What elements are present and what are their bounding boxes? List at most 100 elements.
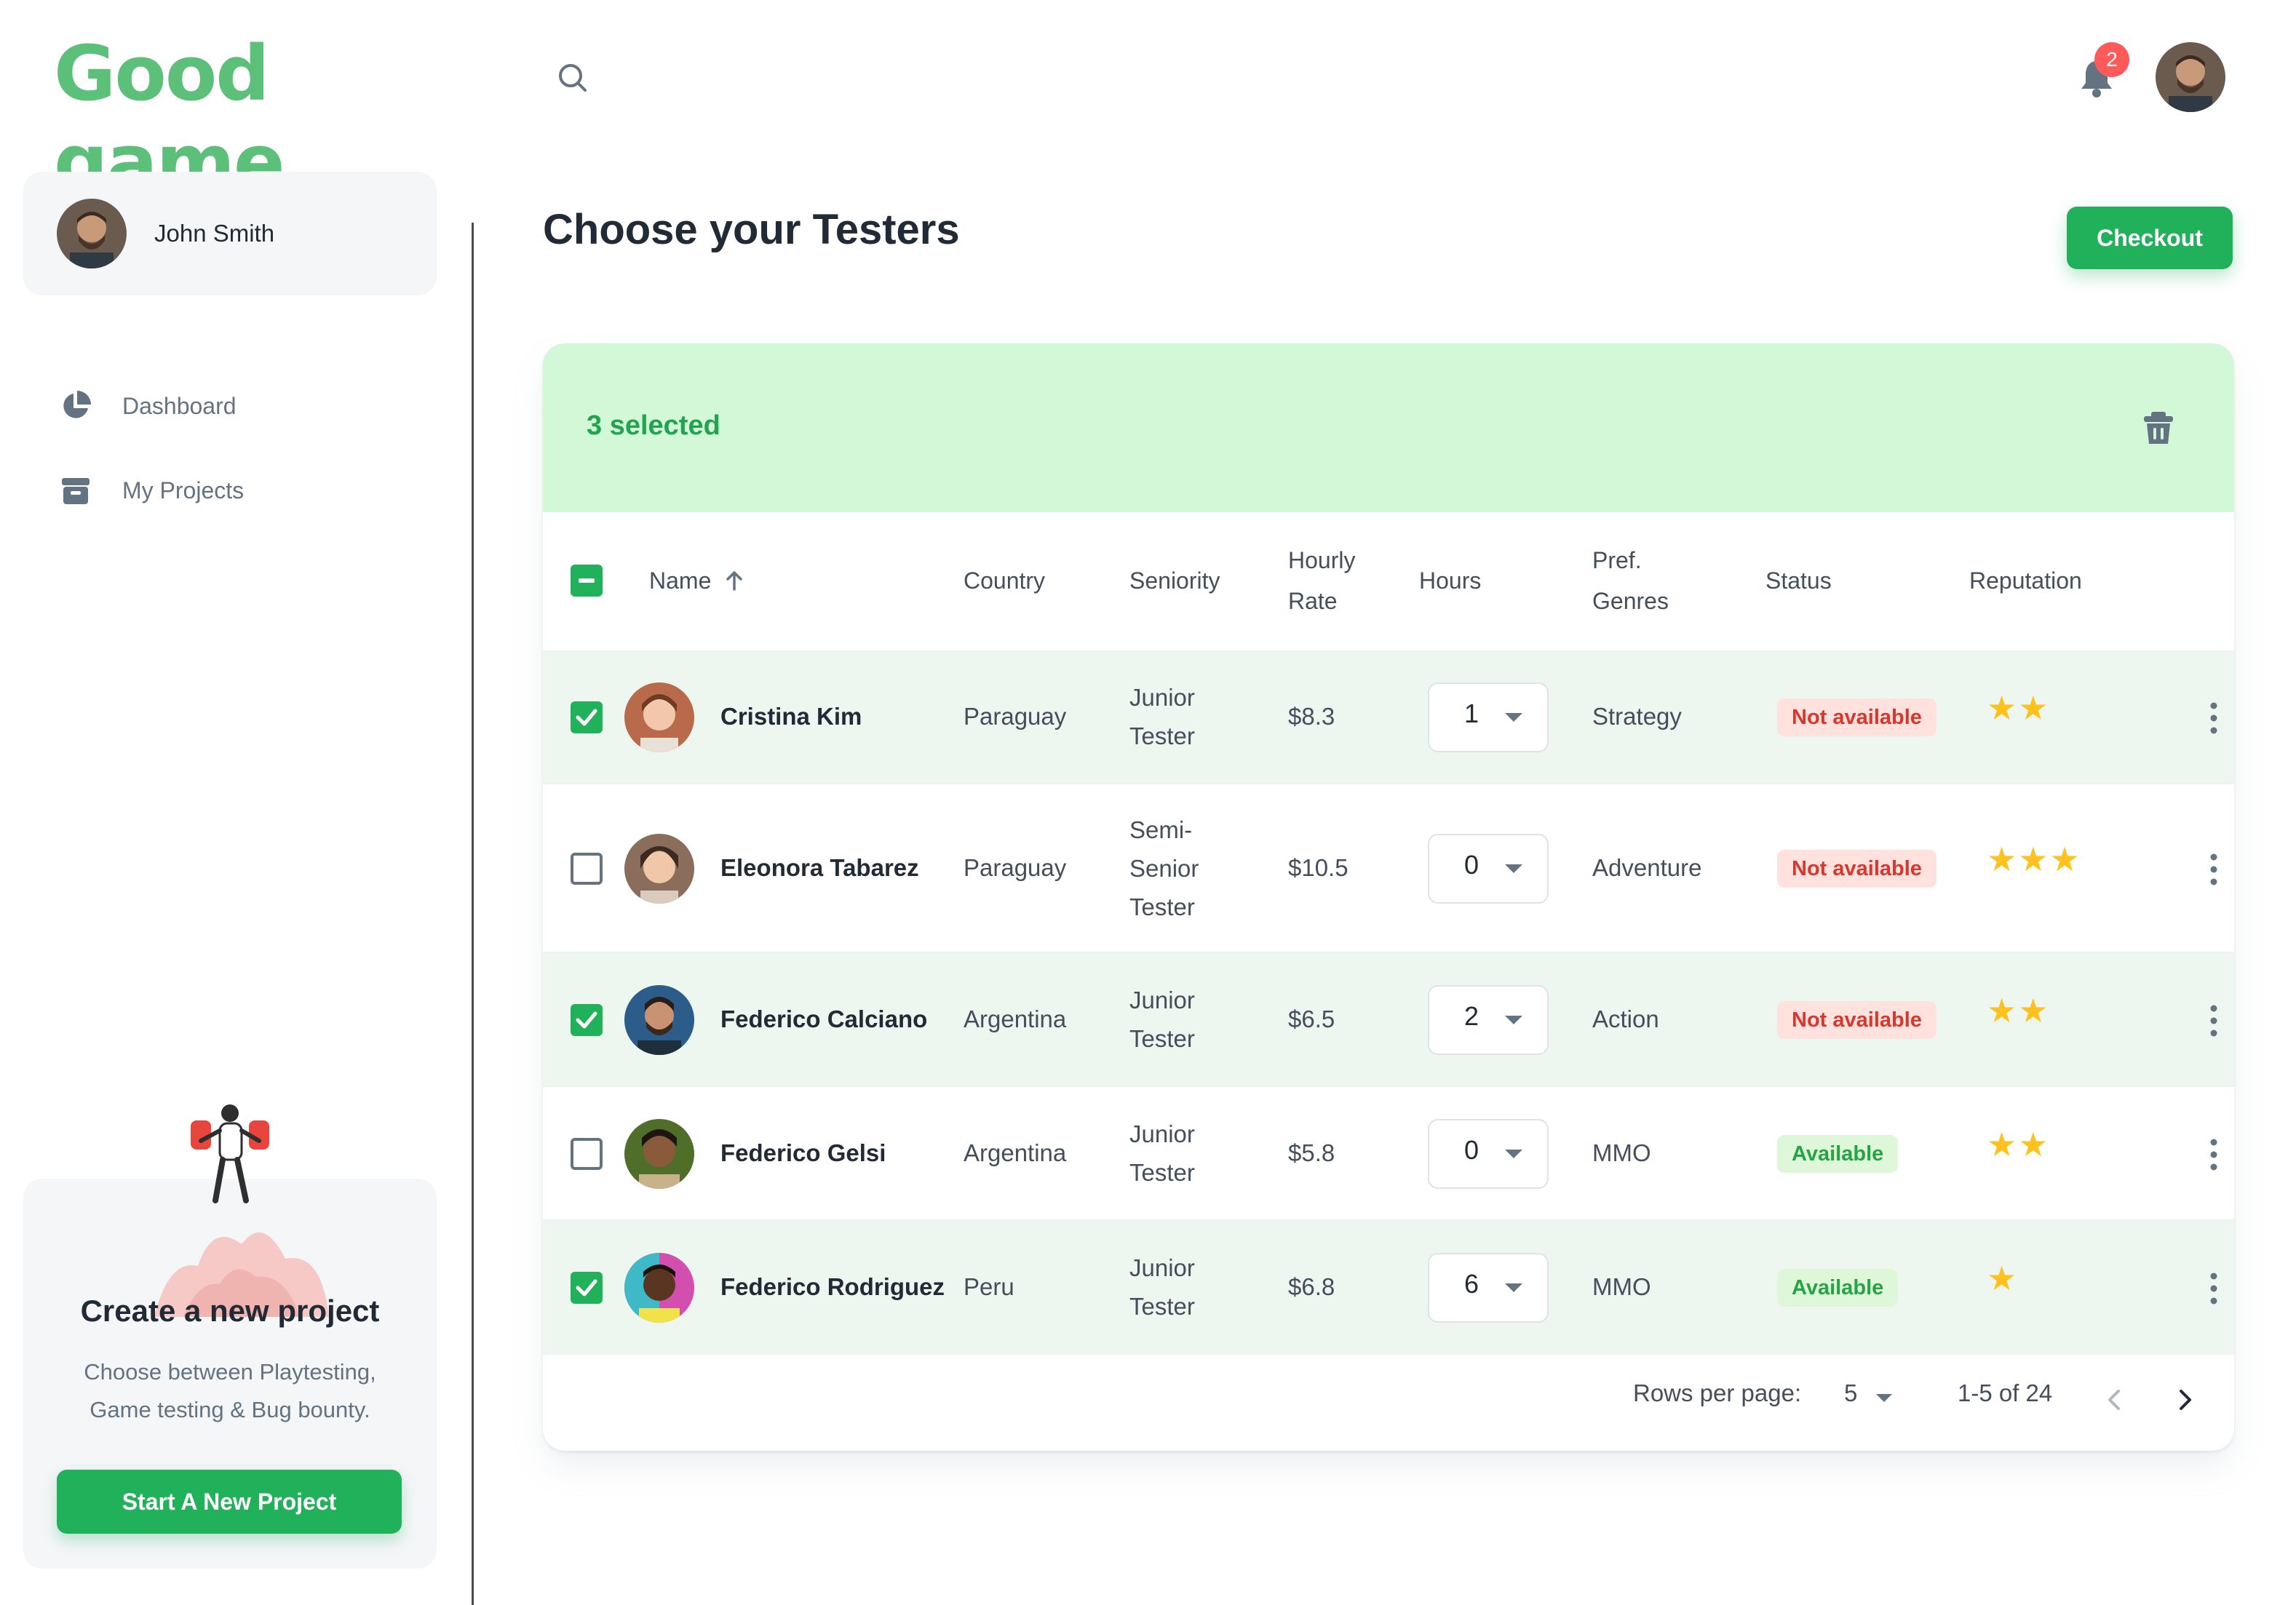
tester-name: Federico Calciano [720,1005,928,1032]
page-title: Choose your Testers [543,206,960,253]
tester-seniority: Semi- Senior Tester [1129,811,1199,926]
table-row[interactable]: Federico Calciano Argentina Junior Teste… [543,953,2234,1087]
more-options-icon[interactable] [2209,1272,2218,1305]
tester-genre: Adventure [1592,854,1702,881]
tester-avatar [624,834,694,904]
column-header-seniority[interactable]: Seniority [1129,560,1220,601]
column-header-status[interactable]: Status [1765,560,1832,601]
nav-label-my-projects: My Projects [122,477,245,503]
chevron-left-icon[interactable] [2100,1385,2129,1414]
caret-down-icon [1505,864,1522,873]
tester-country: Paraguay [964,703,1067,730]
hours-value: 0 [1464,850,1479,880]
hours-select[interactable]: 6 [1428,1253,1549,1323]
caret-down-icon [1505,1283,1522,1292]
status-badge: Available [1777,1269,1899,1307]
account-avatar[interactable] [2156,42,2225,112]
selected-count: 3 selected [587,410,720,441]
hours-select[interactable]: 1 [1428,682,1549,752]
row-checkbox[interactable] [571,1004,603,1036]
hours-select[interactable]: 0 [1428,1119,1549,1189]
column-header-hourly-rate[interactable]: Hourly Rate [1288,540,1355,621]
more-options-icon[interactable] [2209,701,2218,735]
trash-icon[interactable] [2138,407,2179,448]
star-icon: ★ [2049,840,2080,878]
column-header-genres[interactable]: Pref. Genres [1592,540,1669,621]
table-row[interactable]: Federico Gelsi Argentina Junior Tester $… [543,1087,2234,1221]
star-icon: ★ [2018,840,2049,878]
row-checkbox[interactable] [571,1138,603,1170]
star-icon: ★ [2018,689,2049,727]
column-genres-line-1: Pref. [1592,547,1642,573]
testers-table-card: 3 selected Name Country Seniority Hourly… [543,343,2234,1451]
sidebar-divider [472,223,474,1605]
status-badge: Available [1777,1135,1899,1173]
tester-genre: MMO [1592,1273,1651,1300]
column-header-name[interactable]: Name [649,560,749,601]
seniority-line: Junior [1129,987,1195,1013]
table-row[interactable]: Cristina Kim Paraguay Junior Tester $8.3… [543,650,2234,784]
more-options-icon[interactable] [2209,853,2218,886]
seniority-line: Junior [1129,1254,1195,1281]
seniority-line: Tester [1129,1293,1195,1320]
tester-country: Paraguay [964,854,1067,881]
user-card[interactable]: John Smith [23,172,437,295]
chevron-right-icon[interactable] [2170,1385,2199,1414]
promo-text-line-2: Game testing & Bug bounty. [90,1397,370,1422]
rows-per-page-label: Rows per page: [1633,1379,1802,1406]
column-rate-line-1: Hourly [1288,547,1356,573]
tester-seniority: Junior Tester [1129,678,1195,755]
tester-name: Eleonora Tabarez [720,854,919,881]
tester-avatar [624,985,694,1055]
user-avatar [57,199,127,268]
reputation-stars: ★ ★ ★ [1987,843,2080,876]
pie-chart-icon [58,389,93,423]
hours-select[interactable]: 0 [1428,834,1549,904]
row-checkbox[interactable] [571,1272,603,1304]
column-name-label: Name [649,567,712,594]
nav-item-dashboard[interactable]: Dashboard [58,377,244,435]
arrow-up-icon [726,571,743,591]
nav-item-my-projects[interactable]: My Projects [58,461,244,519]
seniority-line: Tester [1129,1159,1195,1186]
column-header-hours[interactable]: Hours [1419,560,1481,601]
table-row[interactable]: Eleonora Tabarez Paraguay Semi- Senior T… [543,784,2234,953]
seniority-line: Senior [1129,855,1199,882]
star-icon: ★ [1987,689,2017,727]
caret-down-icon [1505,1150,1522,1158]
rows-per-page-select[interactable]: 5 [1844,1379,1857,1407]
tester-avatar [624,682,694,752]
table-row[interactable]: Federico Rodriguez Peru Junior Tester $6… [543,1221,2234,1355]
search-icon[interactable] [555,60,591,96]
row-checkbox[interactable] [571,701,603,733]
checkout-button[interactable]: Checkout [2067,207,2233,269]
more-options-icon[interactable] [2209,1004,2218,1038]
tester-country: Argentina [964,1005,1067,1032]
caret-down-icon [1505,713,1522,722]
status-badge: Not available [1777,850,1936,888]
reputation-stars: ★ ★ [1987,994,2049,1027]
reputation-stars: ★ [1987,1262,2017,1295]
column-genres-line-2: Genres [1592,588,1669,614]
more-options-icon[interactable] [2209,1138,2218,1171]
start-new-project-button[interactable]: Start A New Project [57,1470,402,1534]
tester-genre: MMO [1592,1139,1651,1166]
caret-down-icon[interactable] [1876,1394,1892,1402]
row-checkbox[interactable] [571,853,603,885]
selection-toolbar: 3 selected [543,343,2234,512]
select-all-checkbox[interactable] [571,565,603,597]
seniority-line: Junior [1129,1120,1195,1147]
column-header-country[interactable]: Country [964,560,1045,601]
hours-value: 2 [1464,1001,1479,1031]
seniority-line: Tester [1129,722,1195,749]
promo-description: Choose between Playtesting, Game testing… [52,1353,408,1429]
sidebar: Good game John Smith Dashboard My Projec… [0,0,473,1605]
tester-rate: $6.5 [1288,1005,1335,1032]
hours-value: 0 [1464,1135,1479,1165]
column-header-reputation[interactable]: Reputation [1969,560,2082,601]
seniority-line: Tester [1129,893,1195,920]
star-icon: ★ [2018,1126,2049,1163]
hours-select[interactable]: 2 [1428,985,1549,1055]
tester-rate: $6.8 [1288,1273,1335,1300]
user-name: John Smith [154,220,275,247]
